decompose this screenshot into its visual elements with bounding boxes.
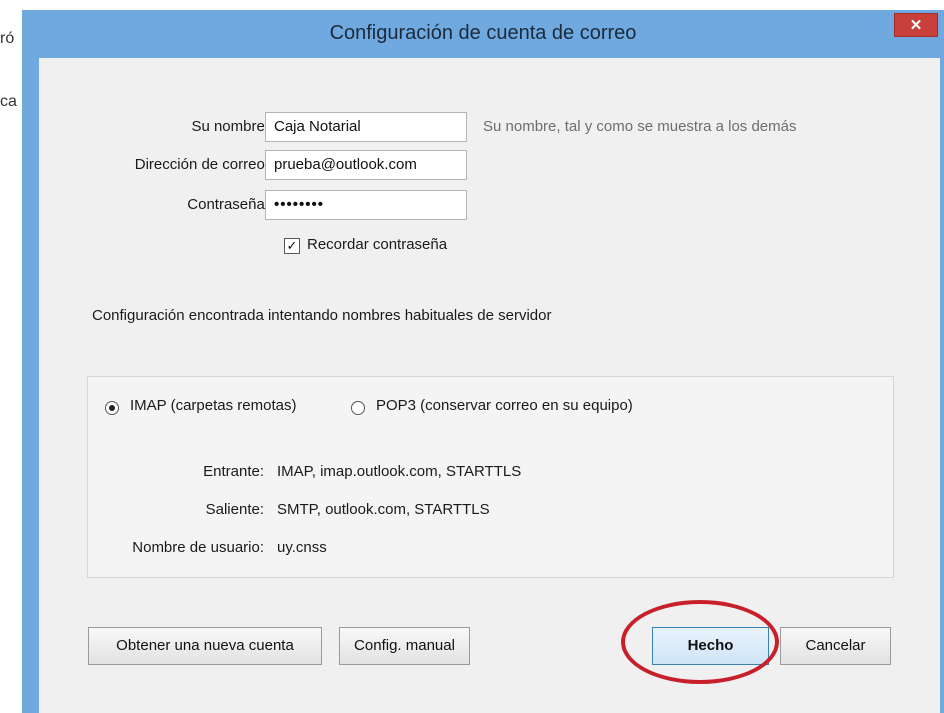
- email-field[interactable]: prueba@outlook.com: [265, 150, 467, 180]
- name-hint: Su nombre, tal y como se muestra a los d…: [483, 118, 797, 135]
- close-button[interactable]: ✕: [894, 13, 938, 37]
- background-text-fragment: ca: [0, 93, 17, 110]
- outgoing-label: Saliente:: [205, 501, 264, 518]
- password-field[interactable]: ••••••••: [265, 190, 467, 220]
- imap-radio[interactable]: [105, 401, 119, 415]
- remember-password-label[interactable]: Recordar contraseña: [307, 236, 447, 253]
- configuration-found-message: Configuración encontrada intentando nomb…: [92, 307, 552, 324]
- email-label: Dirección de correo:: [134, 156, 269, 173]
- remember-password-checkbox[interactable]: ✓: [284, 238, 300, 254]
- password-label: Contraseña:: [187, 196, 269, 213]
- pop3-radio[interactable]: [351, 401, 365, 415]
- incoming-label: Entrante:: [203, 463, 264, 480]
- pop3-label[interactable]: POP3 (conservar correo en su equipo): [376, 397, 633, 414]
- highlight-circle-annotation: [621, 600, 779, 684]
- close-icon: ✕: [909, 17, 923, 34]
- background-text-fragment: ró: [0, 30, 15, 47]
- account-setup-dialog: Configuración de cuenta de correo ✕ Su n…: [22, 10, 944, 713]
- outgoing-value: SMTP, outlook.com, STARTTLS: [277, 501, 490, 518]
- dialog-title: Configuración de cuenta de correo: [329, 22, 637, 44]
- get-new-account-button[interactable]: Obtener una nueva cuenta: [88, 627, 322, 665]
- server-settings-panel: IMAP (carpetas remotas) POP3 (conservar …: [87, 376, 894, 578]
- imap-label[interactable]: IMAP (carpetas remotas): [130, 397, 296, 414]
- name-label: Su nombre:: [191, 118, 269, 135]
- dialog-body: Su nombre: Caja Notarial Su nombre, tal …: [39, 58, 940, 713]
- username-label: Nombre de usuario:: [132, 539, 264, 556]
- incoming-value: IMAP, imap.outlook.com, STARTTLS: [277, 463, 522, 480]
- cancel-button[interactable]: Cancelar: [780, 627, 891, 665]
- name-field[interactable]: Caja Notarial: [265, 112, 467, 142]
- username-value: uy.cnss: [277, 539, 327, 556]
- manual-config-button[interactable]: Config. manual: [339, 627, 470, 665]
